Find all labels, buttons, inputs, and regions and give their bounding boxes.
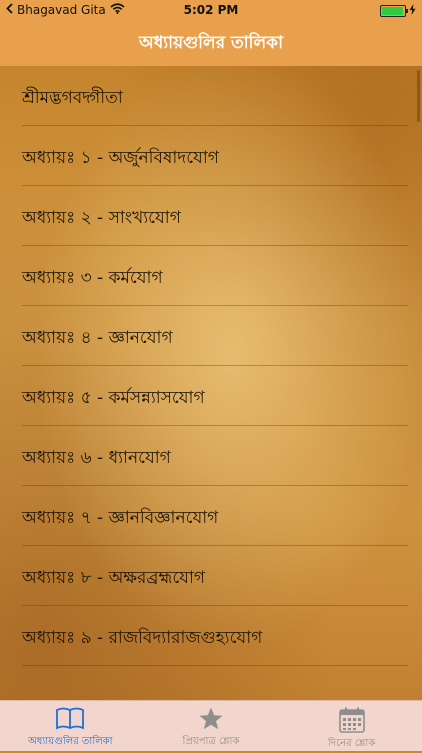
tab-favourite-verses[interactable]: প্রিয়পাত্র শ্লোক [141,701,282,751]
tab-label-verse-of-the-day: দিনের শ্লোক [328,738,376,749]
star-icon [198,706,224,732]
tab-verse-of-the-day[interactable]: দিনের শ্লোক [281,701,422,751]
list-item-chapter-5[interactable]: অধ্যায়ঃ ৫ - কর্মসন্ন্যাসযোগ [0,366,422,426]
battery-icon [380,5,408,17]
nav-bar: অধ্যায়গুলির তালিকা [0,20,422,66]
page-title: অধ্যায়গুলির তালিকা [138,33,284,53]
list-item-chapter-2[interactable]: অধ্যায়ঃ ২ - সাংখ্যযোগ [0,186,422,246]
tab-label-favourite-verses: প্রিয়পাত্র শ্লোক [182,736,240,747]
list-item-intro[interactable]: শ্রীমদ্ভগবদ্গীতা [0,66,422,126]
list-item-chapter-6[interactable]: অধ্যায়ঃ ৬ - ধ্যানযোগ [0,426,422,486]
charging-bolt-icon [409,4,416,18]
tab-bar: অধ্যায়গুলির তালিকা প্রিয়পাত্র শ্লোক দি… [0,700,422,751]
scroll-indicator[interactable] [417,70,420,122]
list-item-chapter-7[interactable]: অধ্যায়ঃ ৭ - জ্ঞানবিজ্ঞানযোগ [0,486,422,546]
tab-chapter-list[interactable]: অধ্যায়গুলির তালিকা [0,701,141,751]
calendar-icon [338,706,366,734]
status-bar: Bhagavad Gita 5:02 PM [0,0,422,20]
status-time: 5:02 PM [183,3,239,17]
battery-fill [382,7,403,15]
list-item-chapter-9[interactable]: অধ্যায়ঃ ৯ - রাজবিদ্যারাজগুহ্যযোগ [0,606,422,666]
list-item-chapter-4[interactable]: অধ্যায়ঃ ৪ - জ্ঞানযোগ [0,306,422,366]
chapter-list: শ্রীমদ্ভগবদ্গীতা অধ্যায়ঃ ১ - অর্জুনবিষা… [0,66,422,666]
tab-label-chapter-list: অধ্যায়গুলির তালিকা [28,736,113,747]
list-item-chapter-8[interactable]: অধ্যায়ঃ ৮ - অক্ষরব্রহ্মযোগ [0,546,422,606]
list-item-chapter-3[interactable]: অধ্যায়ঃ ৩ - কর্মযোগ [0,246,422,306]
book-icon [54,706,86,732]
list-item-chapter-1[interactable]: অধ্যায়ঃ ১ - অর্জুনবিষাদযোগ [0,126,422,186]
chapter-list-container[interactable]: শ্রীমদ্ভগবদ্গীতা অধ্যায়ঃ ১ - অর্জুনবিষা… [0,66,422,700]
